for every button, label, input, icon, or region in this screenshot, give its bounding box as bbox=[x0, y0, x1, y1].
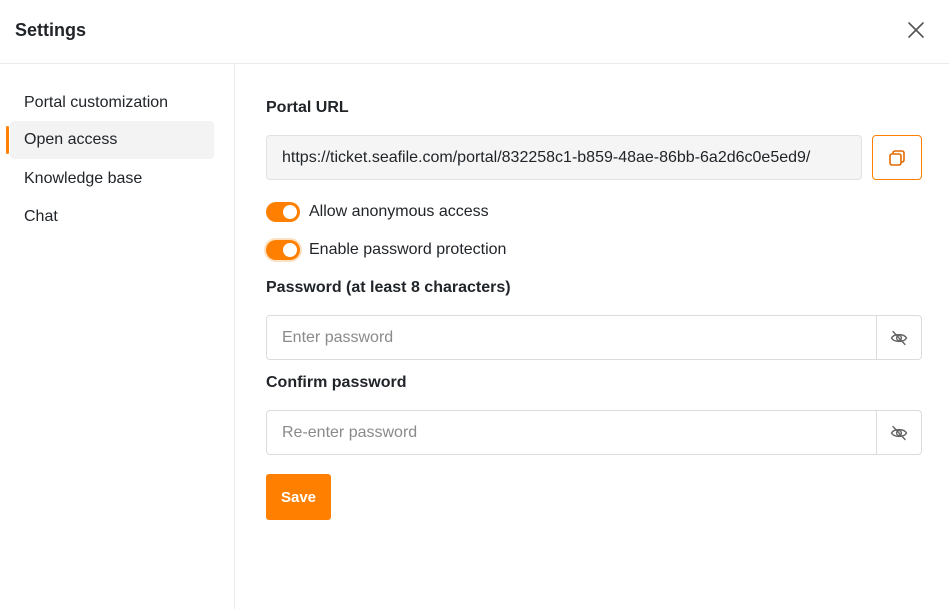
dialog-title: Settings bbox=[15, 20, 87, 40]
sidebar-item-label: Chat bbox=[24, 208, 58, 225]
password-input[interactable] bbox=[267, 316, 877, 359]
password-protection-label: Enable password protection bbox=[309, 241, 507, 258]
save-button[interactable]: Save bbox=[266, 474, 331, 520]
portal-url-field[interactable]: https://ticket.seafile.com/portal/832258… bbox=[266, 135, 862, 180]
anonymous-access-row: Allow anonymous access bbox=[266, 200, 489, 224]
sidebar-item-knowledge-base[interactable]: Knowledge base bbox=[10, 160, 214, 198]
eye-off-icon bbox=[890, 330, 908, 345]
confirm-password-input[interactable] bbox=[267, 411, 877, 454]
anonymous-access-label: Allow anonymous access bbox=[309, 203, 489, 220]
copy-icon bbox=[889, 149, 905, 166]
settings-dialog: Settings Portal customization Open acces… bbox=[0, 0, 949, 609]
toggle-confirm-visibility-button[interactable] bbox=[876, 411, 921, 454]
confirm-password-field-group bbox=[266, 410, 922, 455]
sidebar-item-portal-customization[interactable]: Portal customization bbox=[10, 84, 214, 122]
sidebar-item-chat[interactable]: Chat bbox=[10, 198, 214, 236]
sidebar-item-label: Open access bbox=[24, 131, 118, 148]
toggle-password-visibility-button[interactable] bbox=[876, 316, 921, 359]
password-protection-toggle[interactable] bbox=[266, 240, 300, 260]
anonymous-access-toggle[interactable] bbox=[266, 202, 300, 222]
toggle-knob bbox=[283, 205, 297, 219]
active-indicator bbox=[6, 126, 9, 154]
sidebar-item-label: Knowledge base bbox=[24, 170, 143, 187]
password-label: Password (at least 8 characters) bbox=[266, 279, 511, 296]
copy-url-button[interactable] bbox=[872, 135, 922, 180]
settings-content: Portal URL https://ticket.seafile.com/po… bbox=[235, 64, 949, 609]
portal-url-label: Portal URL bbox=[266, 99, 349, 116]
close-button[interactable] bbox=[901, 15, 931, 45]
sidebar-item-label: Portal customization bbox=[24, 94, 169, 111]
password-protection-row: Enable password protection bbox=[266, 238, 506, 262]
password-field-group bbox=[266, 315, 922, 360]
dialog-header: Settings bbox=[0, 0, 949, 64]
toggle-knob bbox=[283, 243, 297, 257]
confirm-password-label: Confirm password bbox=[266, 374, 407, 391]
close-icon bbox=[908, 22, 924, 38]
settings-sidebar: Portal customization Open access Knowled… bbox=[0, 64, 235, 609]
eye-off-icon bbox=[890, 425, 908, 440]
sidebar-item-open-access[interactable]: Open access bbox=[6, 121, 214, 159]
